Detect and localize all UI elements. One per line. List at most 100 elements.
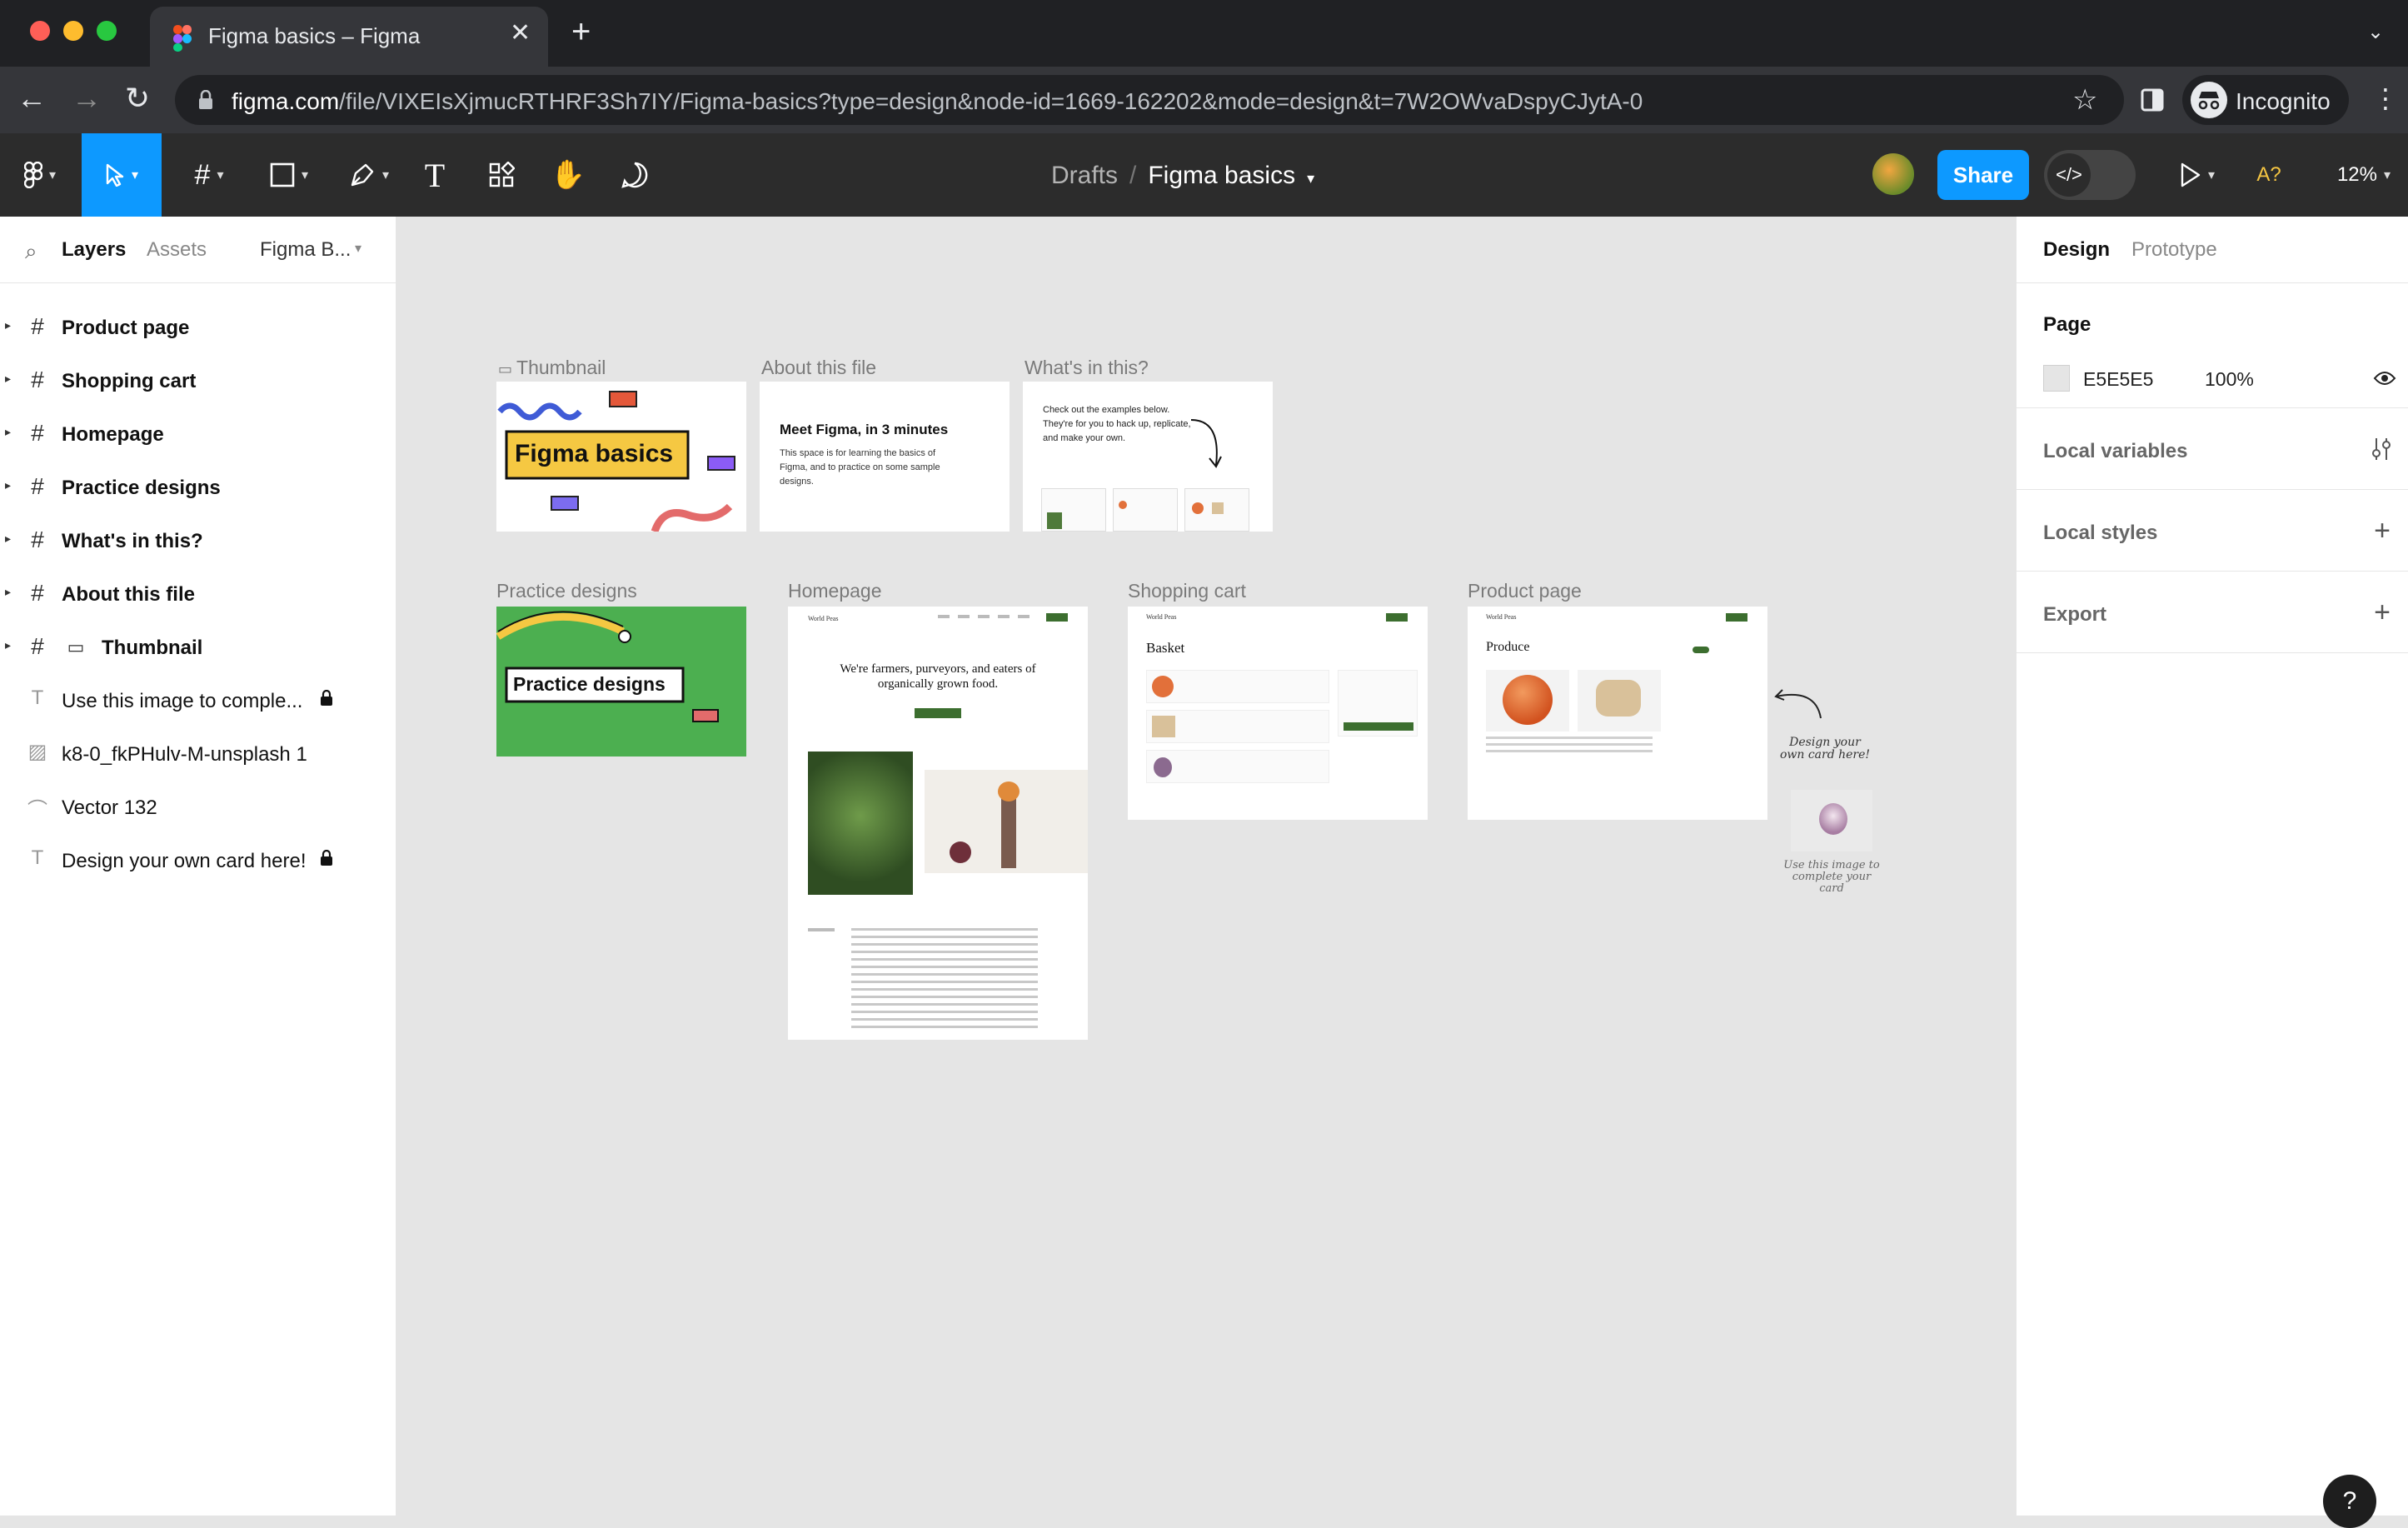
- page-selector[interactable]: Figma B...: [260, 238, 351, 262]
- frame-label-thumbnail[interactable]: ▭ Thumbnail: [498, 357, 606, 379]
- reload-icon[interactable]: ↻: [125, 82, 150, 115]
- frame-tool-button[interactable]: # ▾: [175, 133, 243, 217]
- layer-name: Product page: [62, 317, 190, 339]
- expand-chevron-icon[interactable]: ▸: [5, 478, 11, 492]
- resources-button[interactable]: [483, 133, 520, 217]
- browser-tab[interactable]: Figma basics – Figma ✕: [150, 7, 548, 67]
- url-field[interactable]: figma.com/file/VIXEIsXjmucRTHRF3Sh7IY/Fi…: [175, 75, 2124, 125]
- local-variables-section[interactable]: Local variables: [2017, 408, 2408, 490]
- whats-in-frame[interactable]: Check out the examples below. They're fo…: [1023, 382, 1273, 532]
- url-text: figma.com/file/VIXEIsXjmucRTHRF3Sh7IY/Fi…: [232, 88, 1643, 114]
- frame-icon: #: [194, 158, 211, 191]
- expand-chevron-icon[interactable]: ▸: [5, 532, 11, 546]
- maximize-window-button[interactable]: [97, 21, 117, 41]
- tab-design[interactable]: Design: [2043, 238, 2110, 262]
- bookmark-star-icon[interactable]: ☆: [2072, 83, 2097, 117]
- add-export-icon[interactable]: +: [2374, 597, 2391, 629]
- thumbnail-frame[interactable]: Figma basics: [496, 382, 746, 532]
- lock-icon[interactable]: [320, 849, 333, 871]
- layer-row[interactable]: ▸ # Product page: [0, 302, 396, 355]
- frame-label-practice[interactable]: Practice designs: [496, 580, 637, 602]
- breadcrumb-drafts[interactable]: Drafts: [1051, 162, 1118, 189]
- side-panel-icon[interactable]: [2141, 88, 2164, 112]
- shape-tool-button[interactable]: ▾: [255, 133, 323, 217]
- page-color-swatch[interactable]: [2043, 365, 2070, 392]
- layer-row[interactable]: ▨ k8-0_fkPHulv-M-unsplash 1: [0, 728, 396, 781]
- forward-icon[interactable]: →: [72, 82, 102, 115]
- layer-row[interactable]: ▸ # ▭ Thumbnail: [0, 622, 396, 675]
- tab-assets[interactable]: Assets: [147, 238, 207, 262]
- tab-search-chevron-icon[interactable]: ⌄: [2367, 20, 2384, 44]
- layer-row[interactable]: T Use this image to comple...: [0, 675, 396, 728]
- hand-tool-button[interactable]: ✋: [550, 133, 586, 217]
- practice-title: Practice designs: [513, 673, 666, 695]
- chevron-down-icon[interactable]: ▾: [1307, 170, 1314, 187]
- variables-settings-icon[interactable]: [2370, 437, 2393, 462]
- pen-tool-button[interactable]: ▾: [335, 133, 403, 217]
- layer-name: What's in this?: [62, 530, 203, 552]
- back-icon[interactable]: ←: [17, 82, 47, 115]
- shopping-cart-frame[interactable]: World Peas Basket: [1128, 607, 1428, 820]
- page-color-value[interactable]: E5E5E5: [2083, 368, 2153, 391]
- note-design-card[interactable]: Design your own card here!: [1779, 737, 1871, 762]
- file-name[interactable]: Figma basics: [1148, 162, 1295, 189]
- layer-row[interactable]: ▸ # What's in this?: [0, 515, 396, 568]
- expand-chevron-icon[interactable]: ▸: [5, 425, 11, 439]
- chevron-down-icon[interactable]: ▾: [355, 240, 361, 257]
- help-button[interactable]: ?: [2323, 1475, 2376, 1528]
- frame-small-icon: ▭: [498, 361, 517, 377]
- expand-chevron-icon[interactable]: ▸: [5, 372, 11, 386]
- lock-icon[interactable]: [320, 689, 333, 712]
- search-icon[interactable]: ⌕: [25, 238, 37, 265]
- note-use-image[interactable]: Use this image to complete your card: [1782, 860, 1881, 895]
- product-title: Produce: [1486, 640, 1530, 654]
- expand-chevron-icon[interactable]: ▸: [5, 318, 11, 332]
- layer-row[interactable]: ▸ # Practice designs: [0, 462, 396, 515]
- incognito-profile-button[interactable]: Incognito: [2182, 75, 2349, 125]
- onion-image[interactable]: [1791, 790, 1872, 851]
- frame-label-about[interactable]: About this file: [761, 357, 876, 379]
- close-window-button[interactable]: [30, 21, 50, 41]
- page-opacity-value[interactable]: 100%: [2205, 368, 2254, 391]
- new-tab-icon[interactable]: +: [571, 15, 591, 48]
- close-tab-icon[interactable]: ✕: [510, 18, 531, 47]
- about-frame[interactable]: Meet Figma, in 3 minutes This space is f…: [760, 382, 1010, 532]
- tab-layers[interactable]: Layers: [62, 238, 126, 262]
- accessibility-check-button[interactable]: A?: [2252, 133, 2286, 217]
- frame-label-product[interactable]: Product page: [1468, 580, 1582, 602]
- expand-chevron-icon[interactable]: ▸: [5, 638, 11, 652]
- present-button[interactable]: ▾: [2166, 133, 2229, 217]
- homepage-frame[interactable]: World Peas We're farmers, purveyors, and…: [788, 607, 1088, 1040]
- comment-tool-button[interactable]: [616, 133, 653, 217]
- share-button[interactable]: Share: [1937, 150, 2029, 200]
- text-tool-button[interactable]: T: [416, 133, 453, 217]
- dev-mode-toggle[interactable]: </>: [2044, 150, 2136, 200]
- frame-label-homepage[interactable]: Homepage: [788, 580, 882, 602]
- practice-designs-frame[interactable]: Practice designs: [496, 607, 746, 757]
- eye-icon[interactable]: [2373, 370, 2396, 387]
- minimize-window-button[interactable]: [63, 21, 83, 41]
- move-tool-button[interactable]: ▾: [82, 133, 162, 217]
- expand-chevron-icon[interactable]: ▸: [5, 585, 11, 599]
- local-styles-section[interactable]: Local styles +: [2017, 490, 2408, 572]
- layer-row[interactable]: ⌒ Vector 132: [0, 781, 396, 835]
- layer-row[interactable]: ▸ # Homepage: [0, 408, 396, 462]
- layer-row[interactable]: ▸ # About this file: [0, 568, 396, 622]
- figma-logo-icon: [23, 162, 42, 188]
- tab-prototype[interactable]: Prototype: [2131, 238, 2217, 262]
- canvas[interactable]: ▭ Thumbnail About this file What's in th…: [396, 217, 2016, 1516]
- frame-label-cart[interactable]: Shopping cart: [1128, 580, 1246, 602]
- product-page-frame[interactable]: World Peas Produce: [1468, 607, 1767, 820]
- export-section[interactable]: Export +: [2017, 572, 2408, 653]
- main-menu-button[interactable]: ▾: [12, 133, 68, 217]
- frame-label-whats-in[interactable]: What's in this?: [1025, 357, 1149, 379]
- product-details-text: [1486, 737, 1653, 757]
- add-style-icon[interactable]: +: [2374, 515, 2391, 547]
- avatar[interactable]: [1872, 153, 1914, 195]
- layer-row[interactable]: T Design your own card here!: [0, 835, 396, 888]
- layer-row[interactable]: ▸ # Shopping cart: [0, 355, 396, 408]
- zoom-menu[interactable]: 12% ▾: [2324, 133, 2404, 217]
- browser-menu-icon[interactable]: ⋮: [2372, 82, 2399, 115]
- layers-panel: ⌕ Layers Assets Figma B... ▾ ▸ # Product p…: [0, 217, 396, 1516]
- cart-item-tomato: [1146, 670, 1329, 703]
